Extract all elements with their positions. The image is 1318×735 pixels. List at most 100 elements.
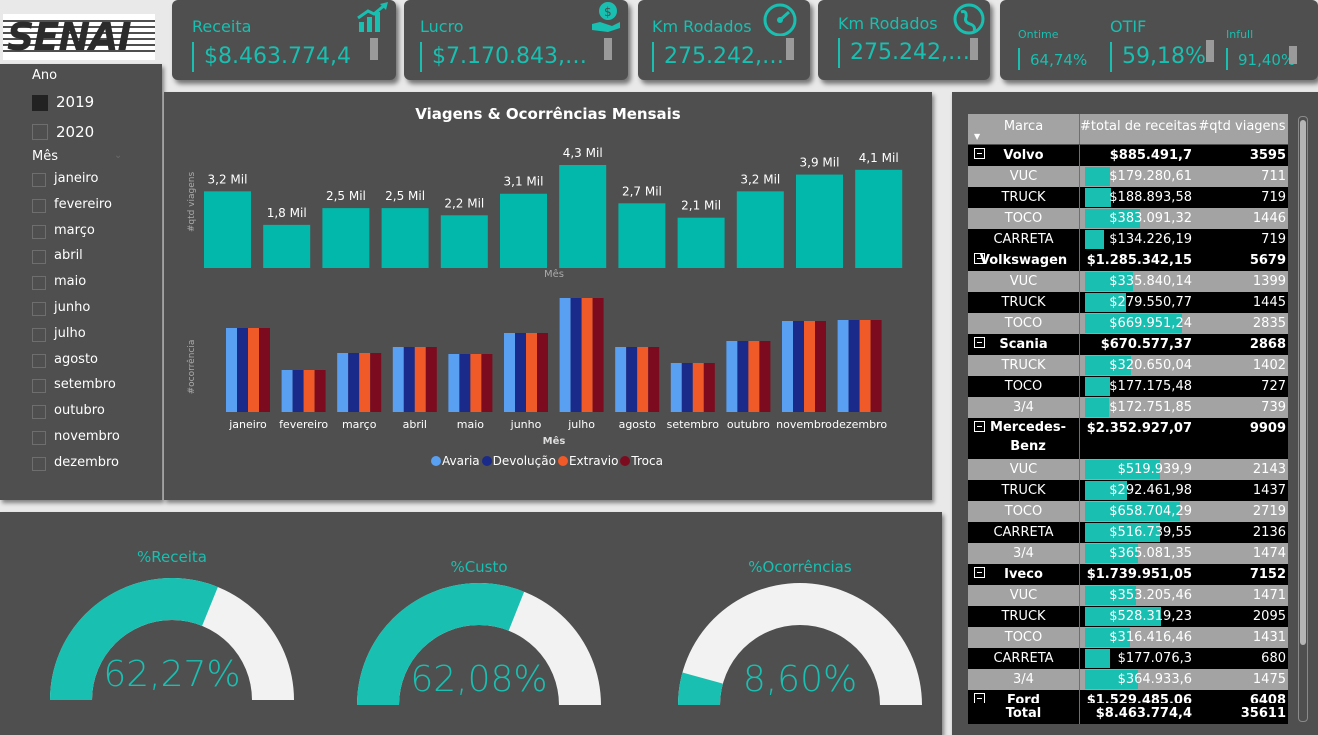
- matrix-brand-row[interactable]: Volkswagen $1.285.342,15 5679: [968, 250, 1288, 271]
- occ-bar-fevereiro-Extravio[interactable]: [303, 370, 315, 412]
- month-6-label[interactable]: julho: [54, 326, 86, 341]
- matrix-sub-row[interactable]: CARRETA $177.076,3 680: [968, 648, 1288, 669]
- month-9-label[interactable]: outubro: [54, 403, 105, 418]
- month-8-checkbox[interactable]: [32, 379, 46, 394]
- month-6-checkbox[interactable]: [32, 327, 46, 342]
- occ-bar-dezembro-Troca[interactable]: [870, 320, 882, 412]
- occ-bar-outubro-Devolução[interactable]: [737, 341, 749, 412]
- matrix-sub-row[interactable]: VUC $335.840,14 1399: [968, 271, 1288, 292]
- occ-bar-novembro-Extravio[interactable]: [804, 321, 815, 412]
- month-2-checkbox[interactable]: [32, 224, 46, 239]
- occ-bar-agosto-Devolução[interactable]: [626, 347, 638, 412]
- legend-item-Avaria[interactable]: Avaria: [431, 454, 480, 468]
- occ-bar-janeiro-Extravio[interactable]: [248, 328, 259, 412]
- trips-bar-março[interactable]: [322, 208, 370, 268]
- occ-bar-agosto-Troca[interactable]: [648, 347, 660, 412]
- year-2019-label[interactable]: 2019: [56, 93, 94, 111]
- matrix-sub-row[interactable]: VUC $519.939,9 2143: [968, 459, 1288, 480]
- occ-bar-abril-Extravio[interactable]: [414, 347, 426, 412]
- occ-bar-setembro-Avaria[interactable]: [670, 363, 682, 412]
- occ-bar-outubro-Avaria[interactable]: [726, 341, 738, 412]
- trips-bar-janeiro[interactable]: [204, 191, 251, 268]
- header-qtd-viagens[interactable]: #qtd viagens: [1196, 114, 1288, 139]
- occ-bar-junho-Devolução[interactable]: [515, 333, 526, 412]
- matrix-sub-row[interactable]: TOCO $658.704,29 2719: [968, 501, 1288, 522]
- occ-bar-dezembro-Devolução[interactable]: [848, 320, 860, 412]
- month-5-label[interactable]: junho: [54, 300, 90, 315]
- kpi-km-rodados-card[interactable]: Km Rodados 275.242,65: [638, 0, 810, 80]
- matrix-sub-row[interactable]: CARRETA $516.739,55 2136: [968, 522, 1288, 543]
- occ-bar-maio-Troca[interactable]: [481, 354, 493, 412]
- month-3-label[interactable]: abril: [54, 248, 83, 263]
- occ-bar-agosto-Extravio[interactable]: [637, 347, 649, 412]
- trips-bar-julho[interactable]: [559, 165, 607, 268]
- matrix-brand-row[interactable]: Mercedes-Benz $2.352.927,07 9909: [968, 418, 1288, 459]
- occ-bar-novembro-Devolução[interactable]: [793, 321, 804, 412]
- month-0-label[interactable]: janeiro: [54, 171, 98, 186]
- occ-bar-julho-Extravio[interactable]: [581, 298, 593, 412]
- matrix-sub-row[interactable]: TRUCK $279.550,77 1445: [968, 292, 1288, 313]
- trips-bar-novembro[interactable]: [796, 174, 843, 268]
- occ-bar-junho-Extravio[interactable]: [526, 333, 537, 412]
- occ-bar-fevereiro-Devolução[interactable]: [292, 370, 304, 412]
- occ-bar-setembro-Troca[interactable]: [703, 363, 715, 412]
- month-11-checkbox[interactable]: [32, 456, 46, 471]
- month-0-checkbox[interactable]: [32, 173, 46, 187]
- legend-item-Devolução[interactable]: Devolução: [481, 454, 556, 468]
- occ-bar-junho-Troca[interactable]: [537, 333, 548, 412]
- header-total-receitas[interactable]: #total de receitas: [1080, 114, 1197, 139]
- matrix-brand-row[interactable]: Iveco $1.739.951,05 7152: [968, 564, 1288, 585]
- occ-bar-maio-Extravio[interactable]: [470, 354, 482, 412]
- trips-bar-dezembro[interactable]: [855, 169, 903, 268]
- occ-bar-janeiro-Troca[interactable]: [259, 328, 270, 412]
- occ-bar-maio-Devolução[interactable]: [459, 354, 471, 412]
- occ-bar-dezembro-Extravio[interactable]: [859, 320, 871, 412]
- month-7-label[interactable]: agosto: [54, 352, 98, 367]
- month-10-label[interactable]: novembro: [54, 429, 120, 444]
- year-2019-checkbox[interactable]: [32, 95, 48, 111]
- matrix-sub-row[interactable]: 3/4 $172.751,85 739: [968, 397, 1288, 418]
- occ-bar-dezembro-Avaria[interactable]: [837, 320, 849, 412]
- month-10-checkbox[interactable]: [32, 431, 46, 445]
- occ-bar-maio-Avaria[interactable]: [448, 354, 460, 412]
- kpi-lucro-card[interactable]: Lucro $7.170.843,40... $: [404, 0, 628, 80]
- matrix-sub-row[interactable]: TRUCK $528.319,23 2095: [968, 606, 1288, 627]
- trips-bar-maio[interactable]: [440, 215, 488, 268]
- legend-item-Extravio[interactable]: Extravio: [557, 454, 618, 468]
- occ-bar-março-Troca[interactable]: [370, 353, 382, 412]
- occ-bar-julho-Devolução[interactable]: [570, 298, 582, 412]
- occ-bar-outubro-Extravio[interactable]: [748, 341, 760, 412]
- occ-bar-janeiro-Avaria[interactable]: [226, 328, 237, 412]
- matrix-sub-row[interactable]: TRUCK $292.461,98 1437: [968, 480, 1288, 501]
- occ-bar-março-Devolução[interactable]: [348, 353, 360, 412]
- matrix-sub-row[interactable]: TOCO $316.416,46 1431: [968, 627, 1288, 648]
- month-3-checkbox[interactable]: [32, 250, 46, 265]
- month-7-checkbox[interactable]: [32, 353, 46, 368]
- occ-bar-novembro-Avaria[interactable]: [782, 321, 793, 412]
- occ-bar-abril-Devolução[interactable]: [403, 347, 415, 412]
- trips-bar-agosto[interactable]: [618, 203, 666, 268]
- matrix-scrollbar-thumb[interactable]: [1300, 120, 1306, 645]
- occurrences-bar-chart[interactable]: janeiro fevereiro março abril maio junho julho…: [164, 282, 932, 477]
- occ-bar-setembro-Devolução[interactable]: [681, 363, 693, 412]
- matrix-sub-row[interactable]: 3/4 $365.081,35 1474: [968, 543, 1288, 564]
- matrix-sub-row[interactable]: TOCO $383.091,32 1446: [968, 208, 1288, 229]
- month-4-label[interactable]: maio: [54, 274, 86, 289]
- matrix-sub-row[interactable]: TOCO $177.175,48 727: [968, 376, 1288, 397]
- occ-bar-janeiro-Devolução[interactable]: [237, 328, 248, 412]
- matrix-sub-row[interactable]: VUC $353.205,46 1471: [968, 585, 1288, 606]
- matrix-brand-row[interactable]: Volvo $885.491,7 3595: [968, 145, 1288, 166]
- month-5-checkbox[interactable]: [32, 302, 46, 316]
- trips-bar-fevereiro[interactable]: [263, 224, 311, 268]
- occ-bar-junho-Avaria[interactable]: [504, 333, 515, 412]
- occ-bar-julho-Troca[interactable]: [592, 298, 604, 412]
- matrix-sub-row[interactable]: TRUCK $320.650,04 1402: [968, 355, 1288, 376]
- occ-bar-março-Extravio[interactable]: [359, 353, 371, 412]
- trips-bar-setembro[interactable]: [677, 217, 725, 268]
- occ-bar-fevereiro-Avaria[interactable]: [281, 370, 293, 412]
- year-2020-checkbox[interactable]: [32, 124, 48, 140]
- year-2020-label[interactable]: 2020: [56, 123, 94, 141]
- occ-bar-julho-Avaria[interactable]: [559, 298, 571, 412]
- legend-item-Troca[interactable]: Troca: [620, 454, 663, 468]
- trips-bar-chart[interactable]: 3,2 Mil 1,8 Mil 2,5 Mil 2,5 Mil 2,2 Mil 3,1 M…: [164, 130, 932, 280]
